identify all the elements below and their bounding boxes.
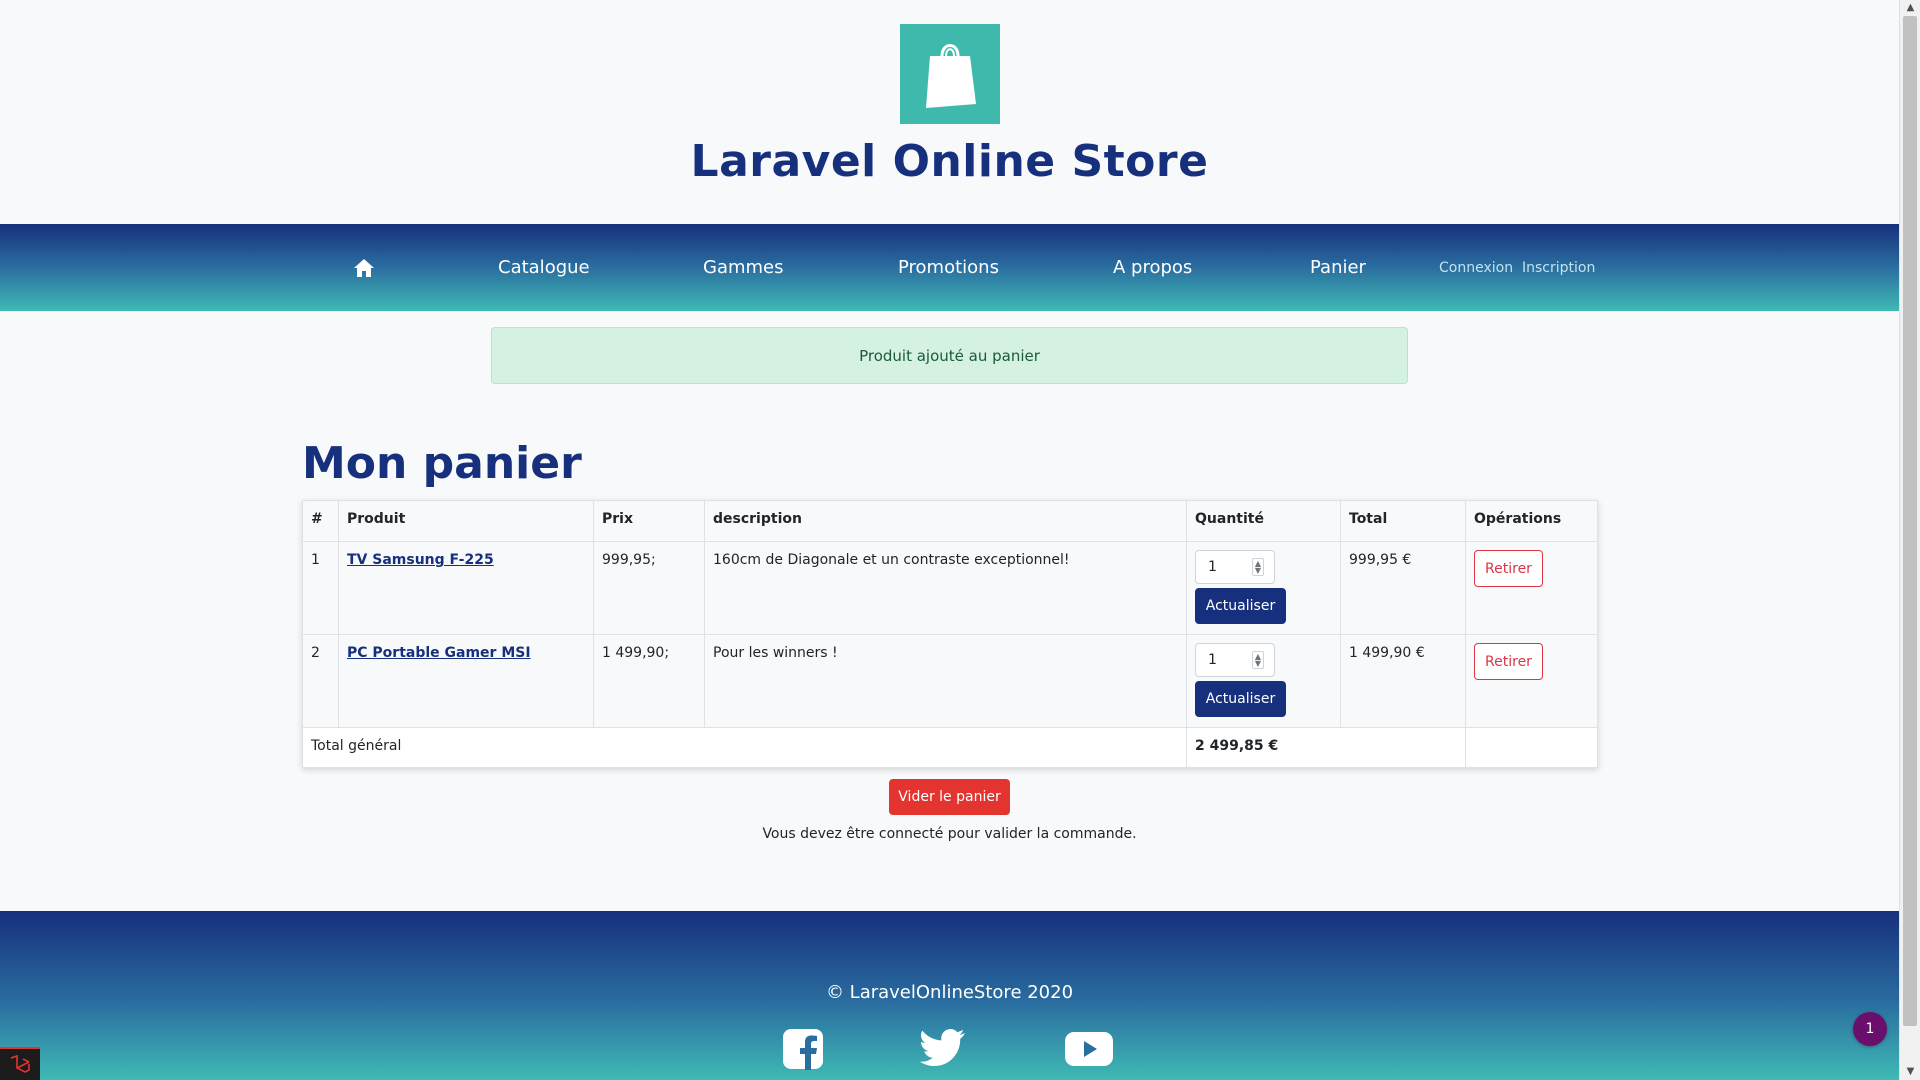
- site-title[interactable]: Laravel Online Store: [0, 136, 1899, 187]
- update-button[interactable]: Actualiser: [1195, 681, 1286, 717]
- row-price: 999,95;: [593, 541, 705, 635]
- row-price: 1 499,90;: [593, 634, 705, 728]
- col-header-num: #: [302, 500, 339, 542]
- success-alert: Produit ajouté au panier: [491, 327, 1408, 384]
- row-description: Pour les winners !: [704, 634, 1187, 728]
- row-description: 160cm de Diagonale et un contraste excep…: [704, 541, 1187, 635]
- scroll-thumb[interactable]: [1903, 16, 1917, 1026]
- nav-a-propos[interactable]: A propos: [1113, 224, 1192, 311]
- row-number: 1: [302, 541, 339, 635]
- site-footer: © LaravelOnlineStore 2020: [0, 911, 1899, 1080]
- remove-button[interactable]: Retirer: [1474, 550, 1543, 587]
- product-link[interactable]: TV Samsung F-225: [347, 552, 494, 568]
- nav-inscription[interactable]: Inscription: [1522, 224, 1595, 311]
- empty-cart-button[interactable]: Vider le panier: [889, 779, 1010, 815]
- stepper-icon[interactable]: ▲ ▼: [1251, 651, 1264, 669]
- copyright: © LaravelOnlineStore 2020: [825, 982, 1074, 1003]
- quantity-input[interactable]: 1 ▲ ▼: [1195, 550, 1275, 584]
- nav-catalogue[interactable]: Catalogue: [498, 224, 590, 311]
- stepper-icon[interactable]: ▲ ▼: [1251, 558, 1264, 576]
- cart-title: Mon panier: [302, 438, 582, 489]
- grand-total-label: Total général: [302, 727, 1187, 768]
- main-nav: Catalogue Gammes Promotions A propos Pan…: [0, 224, 1899, 311]
- scroll-up-icon[interactable]: ▲: [1900, 0, 1920, 16]
- notification-badge[interactable]: 1: [1853, 1012, 1887, 1046]
- login-note: Vous devez être connecté pour valider la…: [762, 826, 1137, 842]
- col-header-operations: Opérations: [1465, 500, 1598, 542]
- nav-promotions[interactable]: Promotions: [898, 224, 999, 311]
- vertical-scrollbar[interactable]: ▲ ▼: [1899, 0, 1920, 1080]
- grand-total-value: 2 499,85 €: [1186, 727, 1466, 768]
- col-header-product: Produit: [338, 500, 594, 542]
- row-total: 1 499,90 €: [1340, 634, 1466, 728]
- grand-total-row: Total général 2 499,85 €: [302, 727, 1598, 768]
- col-header-price: Prix: [593, 500, 705, 542]
- table-header-row: # Produit Prix description Quantité Tota…: [302, 500, 1598, 542]
- remove-button[interactable]: Retirer: [1474, 643, 1543, 680]
- col-header-quantity: Quantité: [1186, 500, 1341, 542]
- cart-table: # Produit Prix description Quantité Tota…: [302, 500, 1598, 768]
- col-header-description: description: [704, 500, 1187, 542]
- twitter-icon[interactable]: [920, 1028, 966, 1068]
- nav-panier[interactable]: Panier: [1310, 224, 1366, 311]
- col-header-total: Total: [1340, 500, 1466, 542]
- update-button[interactable]: Actualiser: [1195, 588, 1286, 624]
- quantity-value: 1: [1208, 652, 1217, 668]
- alert-message: Produit ajouté au panier: [859, 346, 1040, 365]
- nav-connexion[interactable]: Connexion: [1439, 224, 1513, 311]
- nav-gammes[interactable]: Gammes: [703, 224, 784, 311]
- table-row: 2 PC Portable Gamer MSI 1 499,90; Pour l…: [302, 634, 1598, 728]
- facebook-icon[interactable]: [782, 1028, 828, 1070]
- product-link[interactable]: PC Portable Gamer MSI: [347, 645, 531, 661]
- scroll-down-icon[interactable]: ▼: [1900, 1064, 1920, 1080]
- youtube-icon[interactable]: [1065, 1028, 1113, 1068]
- quantity-value: 1: [1208, 559, 1217, 575]
- laravel-debug-icon[interactable]: [0, 1047, 40, 1080]
- table-row: 1 TV Samsung F-225 999,95; 160cm de Diag…: [302, 541, 1598, 635]
- page: Laravel Online Store Catalogue Gammes Pr…: [0, 0, 1899, 1080]
- nav-home[interactable]: [353, 224, 375, 311]
- row-number: 2: [302, 634, 339, 728]
- home-icon: [354, 258, 374, 277]
- quantity-input[interactable]: 1 ▲ ▼: [1195, 643, 1275, 677]
- shopping-bag-logo-icon[interactable]: [900, 24, 1000, 124]
- site-header: Laravel Online Store: [0, 0, 1899, 224]
- row-total: 999,95 €: [1340, 541, 1466, 635]
